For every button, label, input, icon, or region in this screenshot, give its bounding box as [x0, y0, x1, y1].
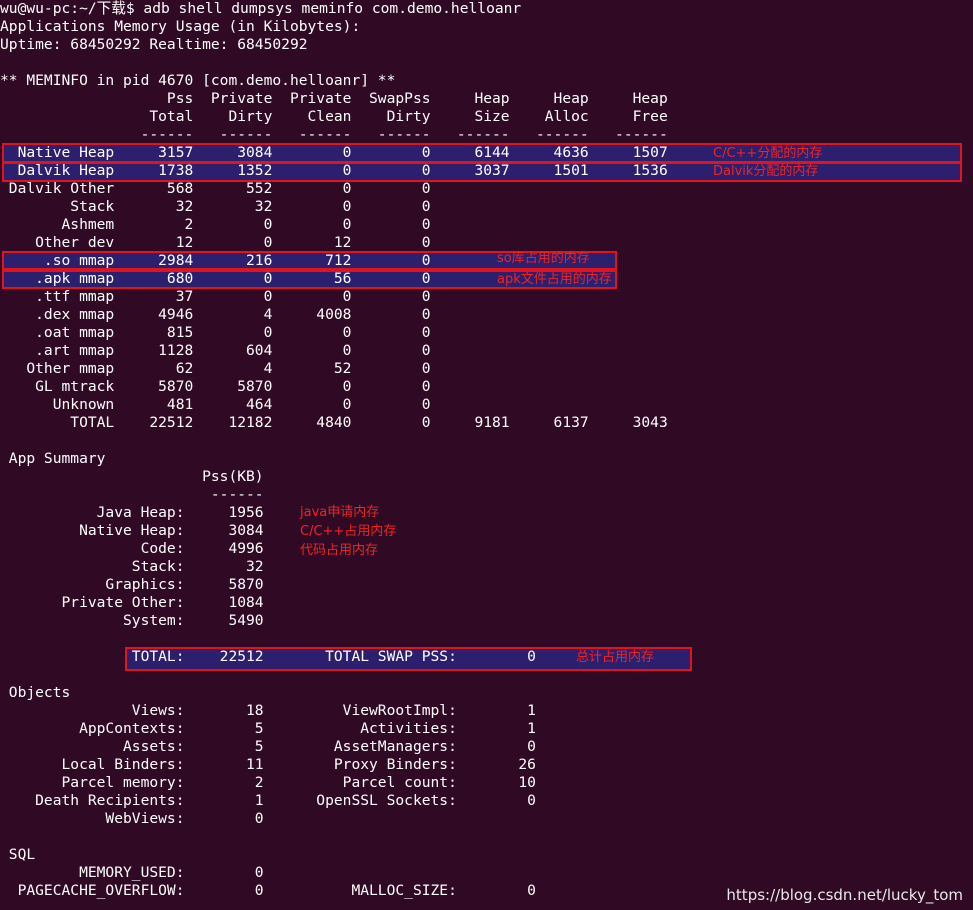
watermark: https://blog.csdn.net/lucky_tom — [726, 886, 963, 904]
native-heap-annotation: C/C++分配的内存 — [713, 146, 823, 161]
total-annotation: 总计占用内存 — [576, 650, 655, 665]
terminal-line: ------ ------ ------ ------ ------ -----… — [0, 126, 668, 143]
terminal-line: ** MEMINFO in pid 4670 [com.demo.helloan… — [0, 72, 396, 89]
code-annotation: 代码占用内存 — [300, 543, 379, 558]
terminal-line: App Summary — [0, 450, 106, 467]
terminal-line: Dalvik Heap 1738 1352 0 0 3037 1501 1536 — [0, 162, 668, 179]
native-summary-annotation: C/C++占用内存 — [300, 524, 397, 539]
terminal-line: System: 5490 — [0, 612, 264, 629]
terminal-line: Stack: 32 — [0, 558, 264, 575]
terminal-line: .ttf mmap 37 0 0 0 — [0, 288, 431, 305]
terminal-line: Pss(KB) — [0, 468, 264, 485]
terminal-line: Uptime: 68450292 Realtime: 68450292 — [0, 36, 308, 53]
terminal-line: Objects — [0, 684, 71, 701]
terminal-line: TOTAL: 22512 TOTAL SWAP PSS: 0 — [0, 648, 536, 665]
terminal-line: Dalvik Other 568 552 0 0 — [0, 180, 431, 197]
apk-mmap-annotation: apk文件占用的内存 — [497, 272, 612, 287]
terminal-line: Death Recipients: 1 OpenSSL Sockets: 0 — [0, 792, 536, 809]
terminal-line: Graphics: 5870 — [0, 576, 264, 593]
terminal-line: Ashmem 2 0 0 0 — [0, 216, 431, 233]
terminal-line: wu@wu-pc:~/下载$ adb shell dumpsys meminfo… — [0, 0, 522, 17]
terminal-line: .oat mmap 815 0 0 0 — [0, 324, 431, 341]
terminal-line: Stack 32 32 0 0 — [0, 198, 431, 215]
terminal-line: AppContexts: 5 Activities: 1 — [0, 720, 536, 737]
terminal-line: WebViews: 0 — [0, 810, 264, 827]
terminal-line: Total Dirty Clean Dirty Size Alloc Free — [0, 108, 668, 125]
dalvik-heap-annotation: Dalvik分配的内存 — [713, 164, 819, 179]
terminal-line: TOTAL 22512 12182 4840 0 9181 6137 3043 — [0, 414, 668, 431]
java-heap-annotation: java申请内存 — [300, 505, 380, 520]
terminal-line: Unknown 481 464 0 0 — [0, 396, 431, 413]
terminal-line: Pss Private Private SwapPss Heap Heap He… — [0, 90, 668, 107]
terminal-line: .dex mmap 4946 4 4008 0 — [0, 306, 431, 323]
terminal-line: SQL — [0, 846, 36, 863]
terminal-line: PAGECACHE_OVERFLOW: 0 MALLOC_SIZE: 0 — [0, 882, 536, 899]
so-mmap-annotation: so库占用的内存 — [497, 251, 590, 266]
terminal-line: Other dev 12 0 12 0 — [0, 234, 431, 251]
terminal-line: Parcel memory: 2 Parcel count: 10 — [0, 774, 536, 791]
terminal-line: Private Other: 1084 — [0, 594, 264, 611]
terminal-line: Applications Memory Usage (in Kilobytes)… — [0, 18, 361, 35]
terminal-line: Local Binders: 11 Proxy Binders: 26 — [0, 756, 536, 773]
terminal-line: Assets: 5 AssetManagers: 0 — [0, 738, 536, 755]
terminal-line: .art mmap 1128 604 0 0 — [0, 342, 431, 359]
terminal-line: Other mmap 62 4 52 0 — [0, 360, 431, 377]
terminal-line: MEMORY_USED: 0 — [0, 864, 264, 881]
terminal-line: ------ — [0, 486, 264, 503]
terminal-line: Native Heap 3157 3084 0 0 6144 4636 1507 — [0, 144, 668, 161]
terminal-output: wu@wu-pc:~/下载$ adb shell dumpsys meminfo… — [0, 0, 668, 900]
terminal-line: GL mtrack 5870 5870 0 0 — [0, 378, 431, 395]
terminal-line: Views: 18 ViewRootImpl: 1 — [0, 702, 536, 719]
